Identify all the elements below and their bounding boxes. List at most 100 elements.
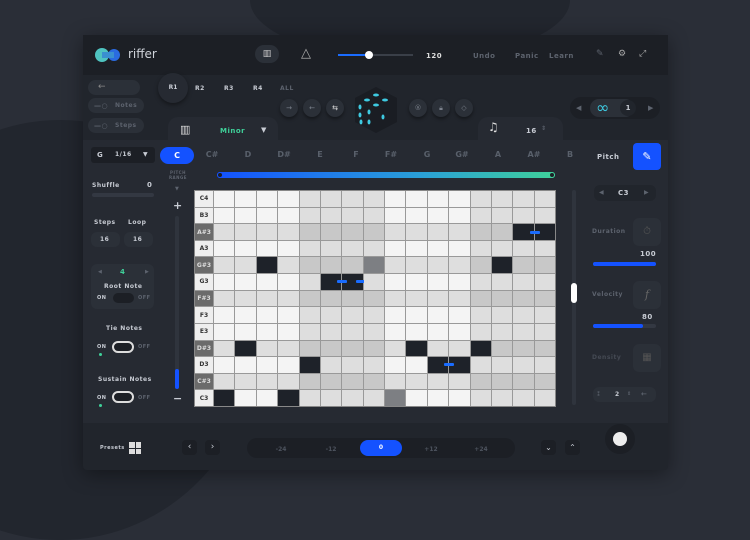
grid-cell[interactable]: [214, 191, 235, 207]
grid-cell[interactable]: [278, 307, 299, 323]
grid-cell[interactable]: [513, 323, 534, 340]
row-label[interactable]: A3: [195, 240, 213, 257]
grid-cell[interactable]: [320, 240, 342, 257]
grid-cell[interactable]: [534, 274, 555, 290]
grid-cell[interactable]: [363, 357, 384, 373]
row-R1[interactable]: R1: [158, 73, 188, 103]
grid-cell[interactable]: [491, 373, 513, 390]
grid-scrollbar[interactable]: [571, 190, 577, 405]
grid-cell[interactable]: [363, 224, 384, 240]
dice-randomize-button[interactable]: [355, 87, 397, 133]
grid-cell[interactable]: [449, 390, 470, 406]
grid-cell[interactable]: [299, 191, 320, 207]
keyboard-button[interactable]: ▥: [255, 45, 279, 63]
root-note-toggle[interactable]: [113, 293, 134, 303]
key-A-sharp[interactable]: A#: [519, 150, 549, 159]
grid-cell[interactable]: [470, 207, 491, 224]
grid-cell[interactable]: [427, 290, 449, 307]
grid-cell[interactable]: [256, 340, 278, 357]
grid-cell[interactable]: [385, 307, 406, 323]
grid-cell[interactable]: [299, 323, 320, 340]
grid-cell[interactable]: [278, 207, 299, 224]
scale-dropdown-icon[interactable]: ▼: [261, 126, 267, 134]
tie-notes-toggle[interactable]: [112, 341, 134, 353]
grid-cell[interactable]: [342, 390, 363, 406]
note-cell[interactable]: [444, 357, 470, 373]
pitch-range-dropdown-icon[interactable]: ▼: [175, 186, 179, 192]
grid-cell[interactable]: [235, 307, 256, 323]
note-cell[interactable]: [406, 340, 427, 357]
prev-preset-button[interactable]: ‹: [182, 440, 197, 455]
grid-cell[interactable]: [449, 323, 470, 340]
note-cell[interactable]: [491, 257, 513, 274]
grid-cell[interactable]: [342, 207, 363, 224]
grid-cell[interactable]: [235, 323, 256, 340]
grid-cell[interactable]: [235, 207, 256, 224]
grid-cell[interactable]: [491, 340, 513, 357]
grid-cell[interactable]: [427, 257, 449, 274]
grid-cell[interactable]: [470, 307, 491, 323]
note-cell[interactable]: [299, 357, 320, 373]
duration-button[interactable]: ⏱: [633, 218, 661, 246]
grid-cell[interactable]: [449, 207, 470, 224]
transpose-minus24[interactable]: -24: [258, 445, 304, 455]
density-button[interactable]: ▦: [633, 344, 661, 372]
transpose-plus24[interactable]: +24: [458, 445, 504, 455]
key-C-sharp[interactable]: C#: [197, 150, 227, 159]
note-cell[interactable]: [235, 340, 256, 357]
grid-cell[interactable]: [342, 373, 363, 390]
shuffle-slider[interactable]: [92, 193, 154, 197]
grid-cell[interactable]: [449, 290, 470, 307]
row-label[interactable]: C4: [195, 191, 213, 207]
loop-count[interactable]: 1: [620, 100, 636, 116]
row-label[interactable]: F3: [195, 307, 213, 323]
note-cell[interactable]: [278, 390, 299, 406]
grid-cell[interactable]: [235, 191, 256, 207]
grid-cell[interactable]: [342, 340, 363, 357]
steps-input[interactable]: 16: [91, 232, 120, 247]
grid-cell[interactable]: [299, 240, 320, 257]
grid-cell[interactable]: [534, 257, 555, 274]
grid-cell[interactable]: [320, 373, 342, 390]
grid-cell[interactable]: [513, 257, 534, 274]
grid-cell[interactable]: [385, 373, 406, 390]
grid-cell[interactable]: [278, 323, 299, 340]
grid-cell[interactable]: [235, 274, 256, 290]
lock-button[interactable]: 🔒︎: [432, 99, 450, 117]
shift-left-button[interactable]: ←: [303, 99, 321, 117]
grid-cell[interactable]: [278, 240, 299, 257]
grid-cell[interactable]: [320, 207, 342, 224]
grid-cell[interactable]: [363, 207, 384, 224]
reset-button[interactable]: ®: [409, 99, 427, 117]
grid-cell[interactable]: [299, 390, 320, 406]
grid-cell[interactable]: [363, 340, 384, 357]
sustain-notes-toggle[interactable]: [112, 391, 134, 403]
key-E[interactable]: E: [305, 150, 335, 159]
grid-cell[interactable]: [385, 340, 406, 357]
grid-cell[interactable]: [534, 373, 555, 390]
key-C[interactable]: C: [160, 147, 194, 164]
grid-cell[interactable]: [278, 357, 299, 373]
grid-cell[interactable]: [256, 191, 278, 207]
grid-cell[interactable]: [363, 390, 384, 406]
grid-cell[interactable]: [320, 224, 342, 240]
grid-cell[interactable]: [299, 307, 320, 323]
scale-select[interactable]: Minor: [220, 127, 245, 135]
grid-cell[interactable]: [256, 224, 278, 240]
grid-cell[interactable]: [534, 323, 555, 340]
grid-cell[interactable]: [406, 390, 427, 406]
grid-cell[interactable]: [449, 191, 470, 207]
grid-cell[interactable]: [427, 240, 449, 257]
grid-cell[interactable]: [320, 323, 342, 340]
grid-cell[interactable]: [470, 257, 491, 274]
tempo-slider[interactable]: [338, 51, 413, 59]
grid-cell[interactable]: [342, 290, 363, 307]
key-A[interactable]: A: [483, 150, 513, 159]
grid-cell[interactable]: [449, 340, 470, 357]
grid-cell[interactable]: [214, 240, 235, 257]
grid-cell[interactable]: [449, 373, 470, 390]
grid-cell[interactable]: [406, 207, 427, 224]
grid-cell[interactable]: [534, 390, 555, 406]
loop-input[interactable]: 16: [124, 232, 153, 247]
grid-cell[interactable]: [513, 340, 534, 357]
